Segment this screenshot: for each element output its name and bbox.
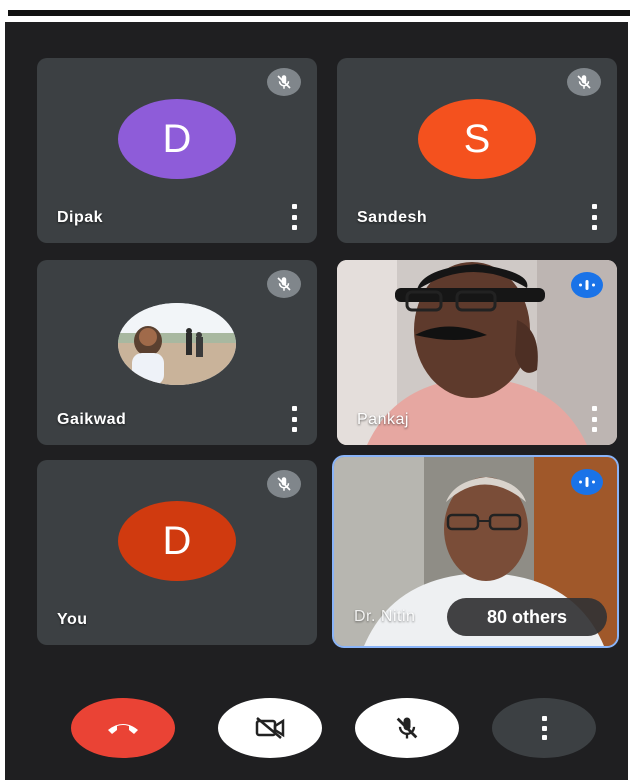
more-options-button[interactable] <box>492 698 596 758</box>
mic-toggle-button[interactable] <box>355 698 459 758</box>
more-options-icon[interactable] <box>289 406 299 432</box>
participant-tile-pankaj[interactable]: Pankaj <box>337 260 617 445</box>
participant-name: Dipak <box>57 209 104 226</box>
more-vert-icon <box>541 716 547 740</box>
participant-name: You <box>57 611 88 628</box>
participant-tile-gaikwad[interactable]: Gaikwad <box>37 260 317 445</box>
mic-muted-icon <box>267 68 301 96</box>
participant-name: Pankaj <box>357 411 409 428</box>
end-call-button[interactable] <box>71 698 175 758</box>
participant-tile-sandesh[interactable]: S Sandesh <box>337 58 617 243</box>
more-options-icon[interactable] <box>589 204 599 230</box>
participant-name: Sandesh <box>357 209 428 226</box>
mic-muted-icon <box>567 68 601 96</box>
more-options-icon[interactable] <box>589 406 599 432</box>
more-options-icon[interactable] <box>289 204 299 230</box>
participant-name: Dr. Nitin <box>354 608 416 625</box>
participant-tile-dipak[interactable]: D Dipak <box>37 58 317 243</box>
camera-toggle-button[interactable] <box>218 698 322 758</box>
camera-off-icon <box>255 717 285 739</box>
phone-hangup-icon <box>108 724 138 734</box>
others-count-button[interactable]: 80 others <box>447 598 607 636</box>
participant-tile-dr-nitin[interactable]: Dr. Nitin 80 others <box>332 455 619 648</box>
speaking-indicator-icon <box>571 469 603 495</box>
profile-photo <box>118 302 236 385</box>
avatar: D <box>118 98 236 179</box>
avatar: D <box>118 500 236 581</box>
participant-tile-you[interactable]: D You <box>37 460 317 645</box>
participant-name: Gaikwad <box>57 411 127 428</box>
avatar: S <box>418 98 536 179</box>
mic-off-icon <box>396 717 418 739</box>
mic-muted-icon <box>267 270 301 298</box>
top-divider <box>8 10 630 16</box>
speaking-indicator-icon <box>571 272 603 298</box>
mic-muted-icon <box>267 470 301 498</box>
meeting-screen: D Dipak S Sandesh Gaikwad Pankaj D You D… <box>5 22 628 780</box>
